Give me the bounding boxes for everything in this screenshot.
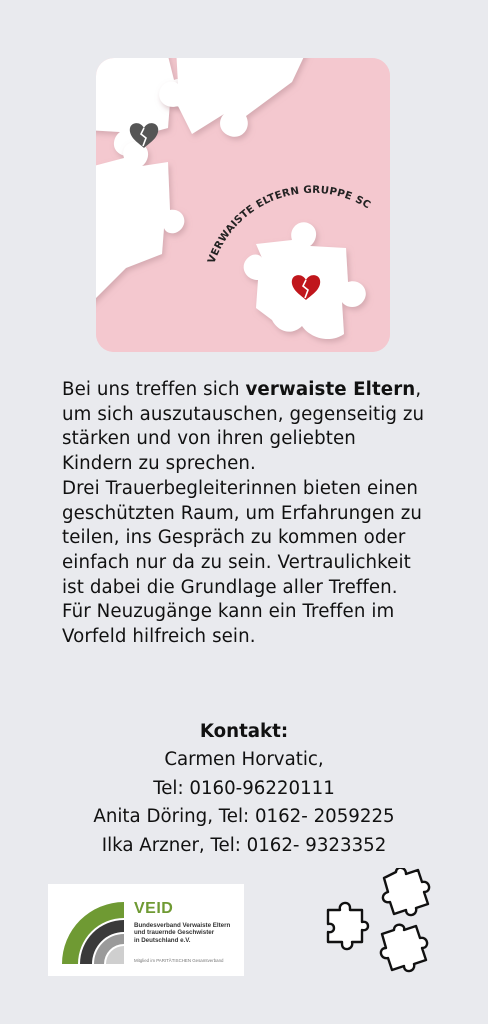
contact-line: Tel: 0160-96220111: [153, 777, 335, 799]
contact-section: Kontakt: Carmen Horvatic, Tel: 0160-9622…: [0, 718, 488, 860]
puzzle-pieces-outline-icon: [326, 868, 431, 973]
intro-bold: verwaiste Eltern: [245, 379, 416, 400]
logo-name: VEID: [134, 900, 174, 917]
hero-image: VERWAISTE ELTERN GRUPPE SCHOPFHEIM: [96, 58, 390, 352]
contact-line: Carmen Horvatic,: [164, 749, 324, 771]
veid-logo: VEID Bundesverband Verwaiste Eltern und …: [48, 884, 244, 976]
contact-line: Anita Döring, Tel: 0162- 2059225: [93, 806, 395, 828]
logo-member: Mitglied im PARITÄTISCHEN Gesamtverband: [134, 958, 224, 963]
logo-org: Bundesverband Verwaiste Eltern und traue…: [134, 922, 231, 944]
contact-line: Ilka Arzner, Tel: 0162- 9323352: [101, 834, 387, 856]
contact-heading: Kontakt:: [199, 721, 289, 742]
intro-text: Bei uns treffen sich verwaiste Eltern, u…: [62, 379, 425, 648]
veid-emblem-icon: [62, 902, 124, 964]
